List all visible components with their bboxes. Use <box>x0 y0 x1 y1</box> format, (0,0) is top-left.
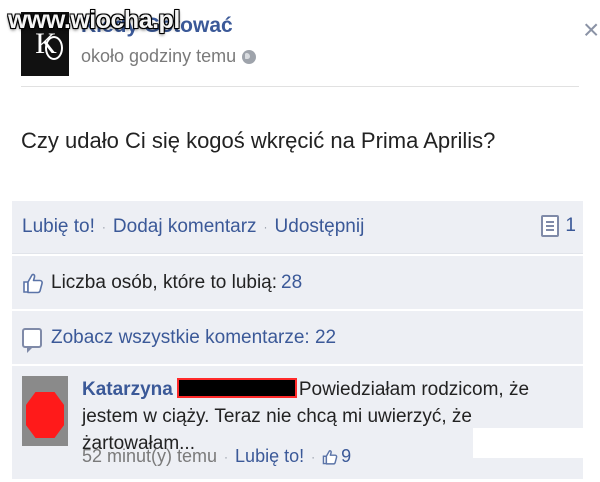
comment-like-count[interactable]: 9 <box>341 446 351 467</box>
share-count[interactable]: 1 <box>541 215 576 237</box>
action-separator: · <box>263 220 268 234</box>
post-actions-bar: Lubię to! · Dodaj komentarz · Udostępnij… <box>12 201 583 254</box>
globe-icon <box>242 49 257 64</box>
action-separator: · <box>101 220 106 234</box>
thumbs-up-icon <box>22 272 44 294</box>
likes-text: Liczba osób, które to lubią: <box>51 271 278 293</box>
comment-like-link[interactable]: Lubię to! <box>235 446 304 467</box>
share-link[interactable]: Udostępnij <box>275 216 365 238</box>
meta-separator: · <box>311 449 316 464</box>
commenter-avatar[interactable] <box>22 376 68 446</box>
blank-patch <box>473 428 599 458</box>
comment-author-link[interactable]: Katarzyna <box>82 379 173 400</box>
comment-bubble-icon <box>22 327 42 353</box>
post-timestamp[interactable]: około godziny temu <box>81 46 236 67</box>
add-comment-link[interactable]: Dodaj komentarz <box>113 216 257 238</box>
post-meta: około godziny temu <box>81 46 257 67</box>
avatar-ring-graphic <box>45 36 63 60</box>
share-icon <box>541 215 560 237</box>
like-link[interactable]: Lubię to! <box>22 216 95 238</box>
comment-timestamp[interactable]: 52 minut(y) temu <box>82 446 217 467</box>
share-count-value: 1 <box>565 215 576 236</box>
likes-summary: Liczba osób, które to lubią: 28 <box>12 256 583 309</box>
comment-meta: 52 minut(y) temu · Lubię to! · 9 <box>82 446 351 467</box>
avatar-redaction <box>26 392 64 438</box>
small-thumbs-up-icon <box>322 449 338 465</box>
likes-count-link[interactable]: 28 <box>281 272 302 294</box>
site-watermark: www.wiocha.pl <box>8 6 180 34</box>
view-comments-bar: Zobacz wszystkie komentarze: 22 <box>12 311 583 364</box>
header-divider <box>21 86 579 87</box>
meta-separator: · <box>224 449 229 464</box>
post-message: Czy udało Ci się kogoś wkręcić na Prima … <box>21 128 496 153</box>
close-icon[interactable]: × <box>583 16 599 44</box>
name-redaction <box>176 378 297 398</box>
view-all-comments-link[interactable]: Zobacz wszystkie komentarze: 22 <box>51 327 336 349</box>
comment-item: Katarzyna Powiedziałam rodzicom, że jeste… <box>12 366 599 479</box>
